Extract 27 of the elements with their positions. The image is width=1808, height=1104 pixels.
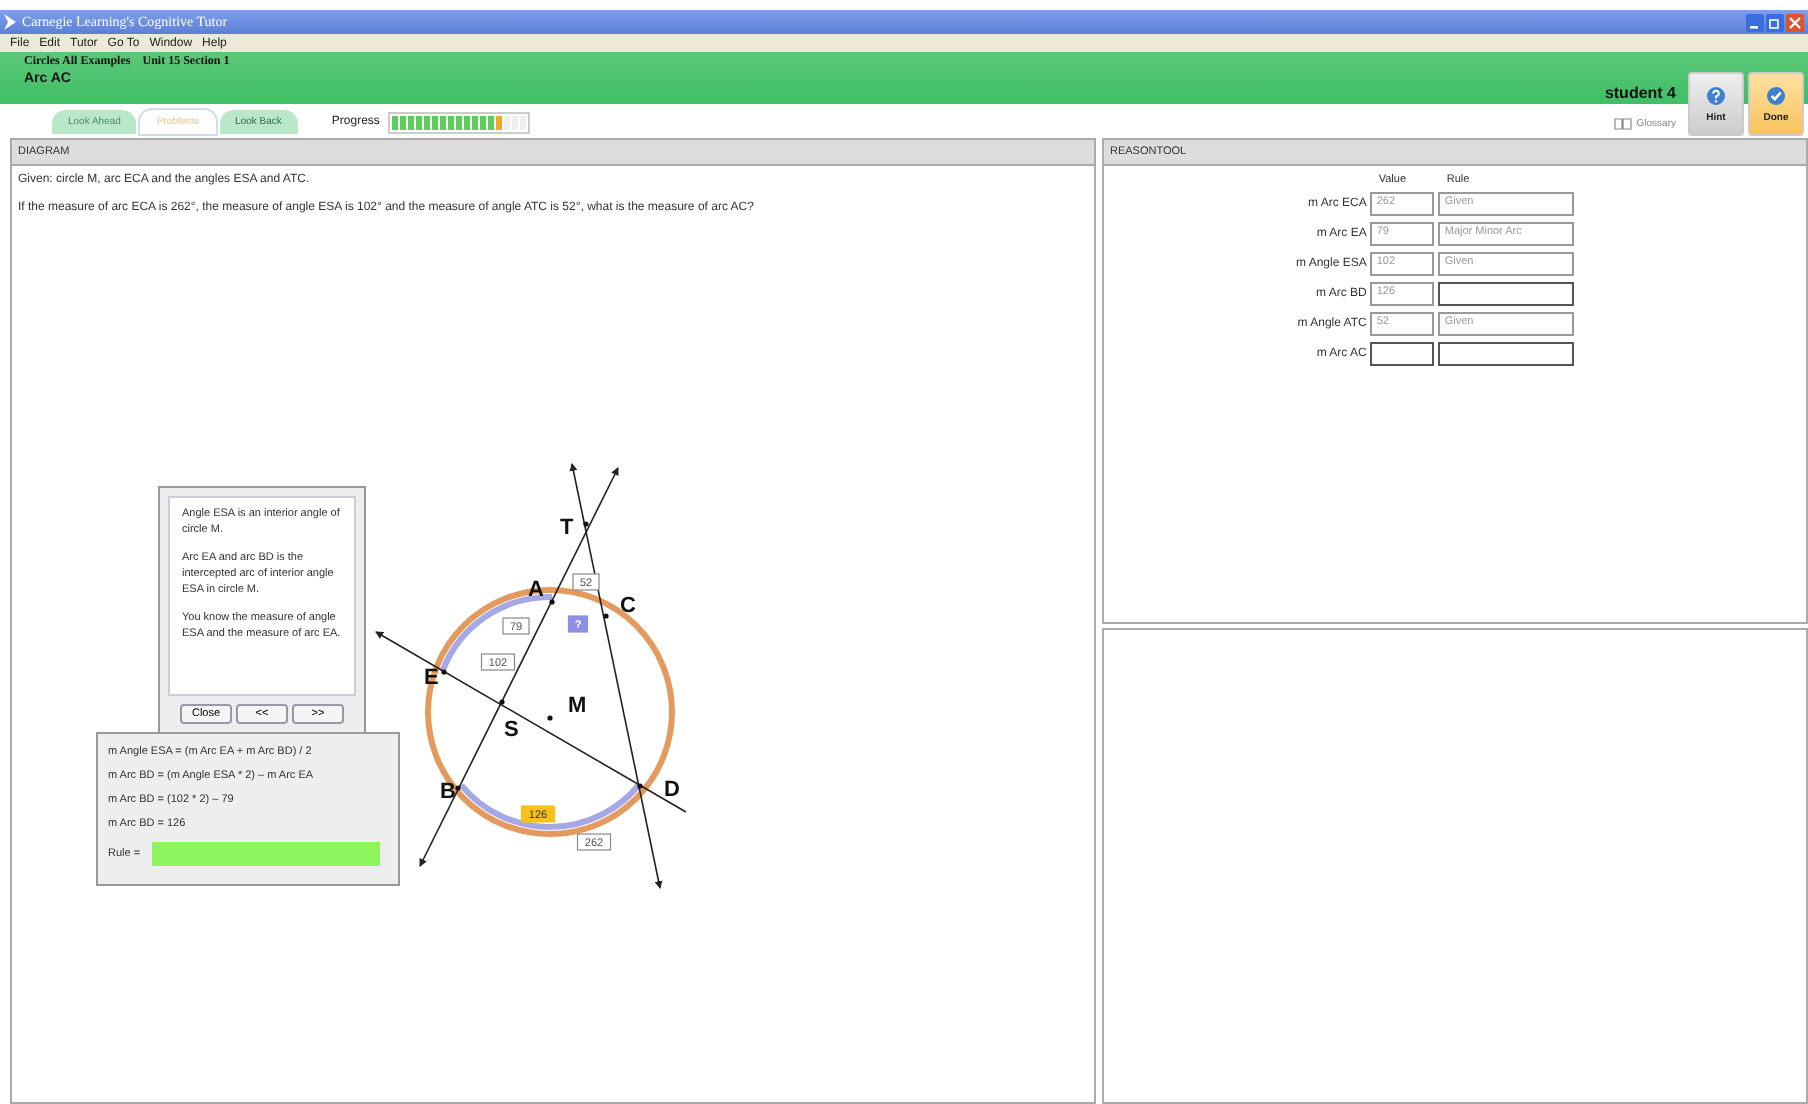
- point-label: S: [504, 718, 519, 742]
- help-icon: [1706, 85, 1726, 105]
- minimize-icon[interactable]: [1746, 13, 1764, 31]
- rule-field[interactable]: [1438, 342, 1575, 366]
- point-label: C: [620, 594, 636, 618]
- point-dot: [549, 599, 555, 605]
- app-icon: [4, 14, 16, 30]
- check-icon: [1766, 85, 1786, 105]
- student-name: student 4: [1604, 84, 1676, 102]
- book-icon: [1614, 118, 1633, 130]
- point-label: M: [568, 694, 587, 718]
- point-dot: [455, 785, 461, 791]
- point-dot: [603, 613, 609, 619]
- point-dot: [637, 783, 643, 789]
- point-dot: [583, 521, 589, 527]
- point-label: D: [664, 778, 680, 802]
- point-label: E: [424, 666, 439, 690]
- point-dot: [441, 669, 447, 675]
- arc-highlight: [439, 594, 553, 673]
- close-icon[interactable]: [1786, 13, 1804, 31]
- point-dot: [499, 699, 505, 705]
- value-field[interactable]: [1370, 342, 1435, 366]
- point-dot: [547, 715, 553, 721]
- rule-field[interactable]: [1438, 282, 1575, 306]
- restore-icon[interactable]: [1766, 13, 1784, 31]
- point-label: B: [440, 780, 456, 804]
- point-label: T: [560, 516, 574, 540]
